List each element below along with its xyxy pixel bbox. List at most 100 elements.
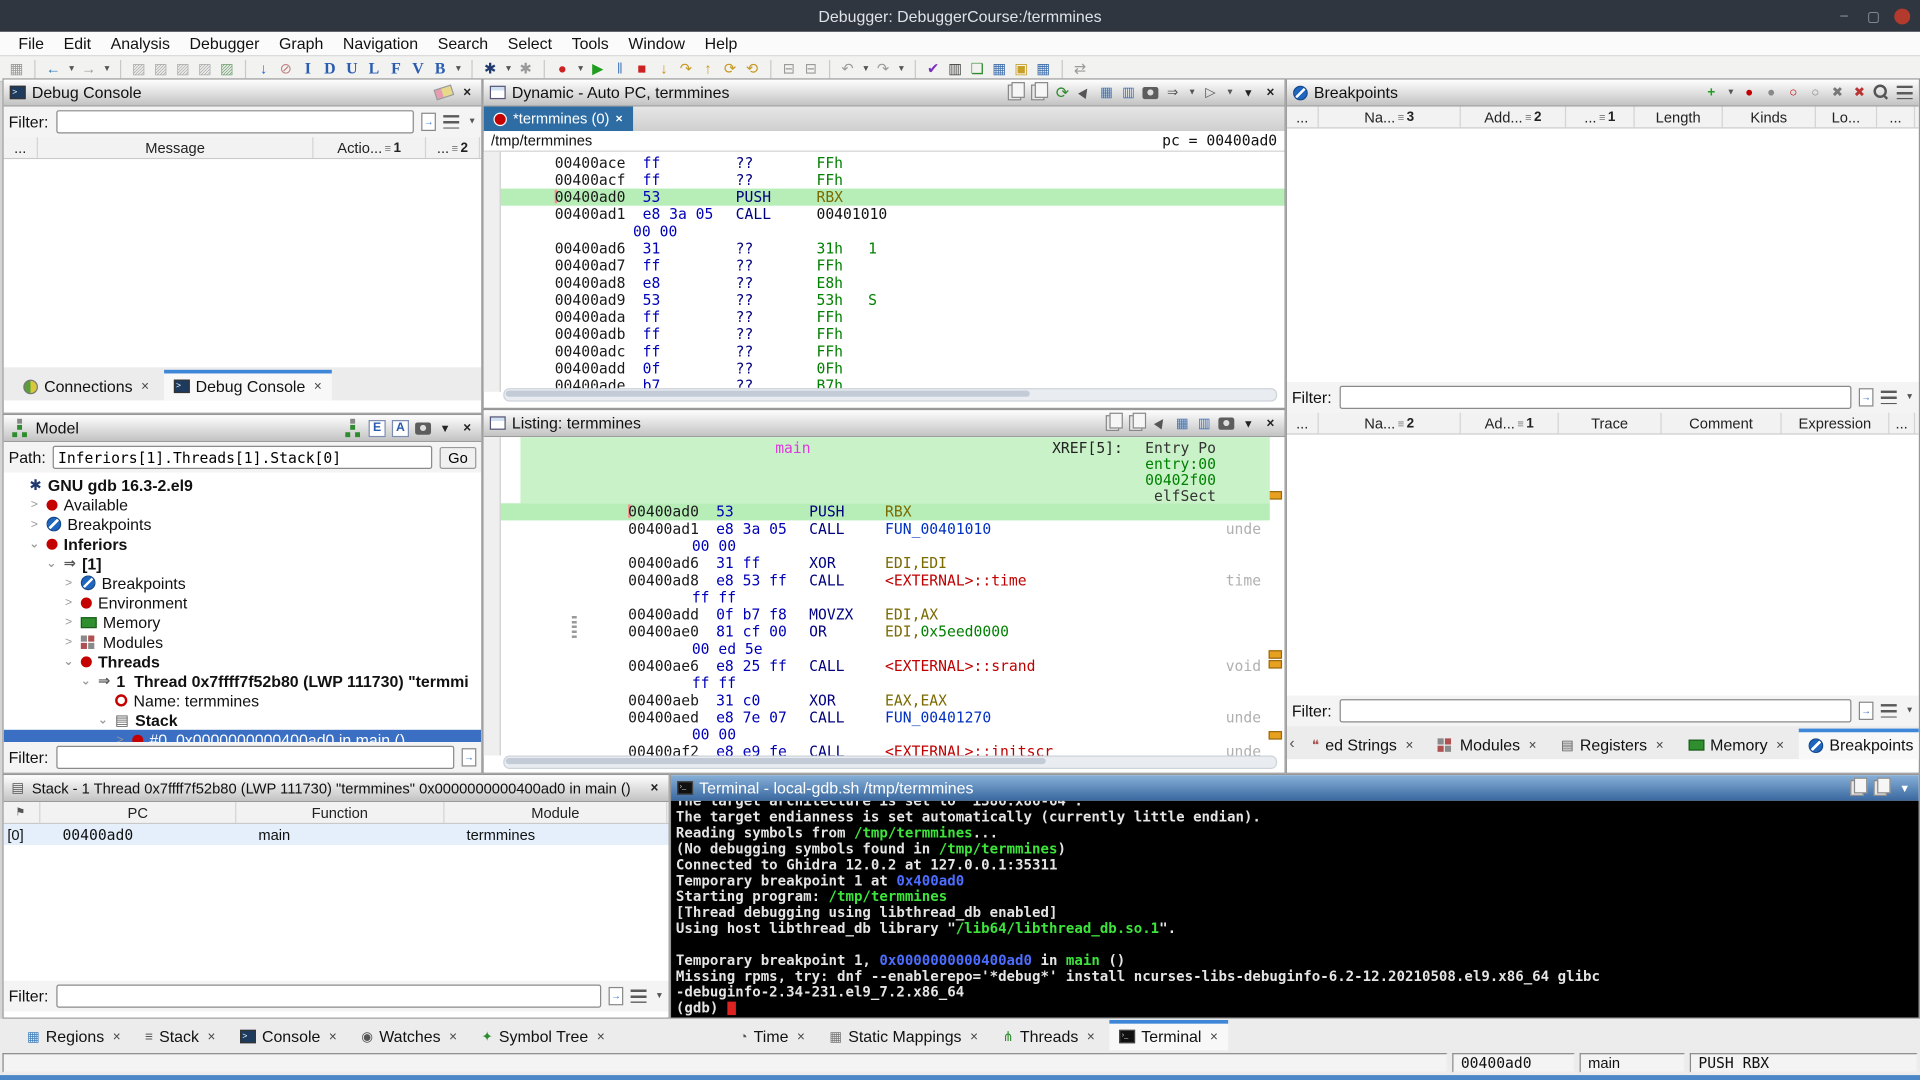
tab-time[interactable]: ◔ Time × xyxy=(730,1020,815,1051)
tree-node[interactable]: ⌄ ⇒ 1 Thread 0x7ffff7f52b80 (LWP 111730) "… xyxy=(4,671,482,691)
close-icon[interactable]: × xyxy=(1262,83,1278,101)
step-last-icon[interactable]: ⟳ xyxy=(721,59,739,79)
locations-col-1[interactable]: Na... ≡ 2 xyxy=(1319,412,1461,434)
close-icon[interactable]: × xyxy=(647,779,663,797)
expander-icon[interactable]: > xyxy=(62,596,74,609)
disconnect-all-icon[interactable]: ⊟ xyxy=(802,59,820,79)
console-col-3[interactable]: ... ≡ 2 xyxy=(426,137,480,158)
disable-breakpoints-icon[interactable]: ● xyxy=(1763,83,1779,101)
cursor-icon[interactable]: ▶ xyxy=(1152,414,1168,432)
dynamic-listing-body[interactable]: 00400ace ff?? FFh 00400acf ff?? FFh 00400ad0 53… xyxy=(483,151,1285,394)
edit-mode-icon[interactable]: E xyxy=(368,419,386,437)
tab-registers[interactable]: ▤ Registers × xyxy=(1551,729,1673,760)
minimize-button[interactable]: – xyxy=(1836,7,1853,24)
disable-all-icon[interactable]: ○ xyxy=(1807,83,1823,101)
tree-node[interactable]: ⌄ ⇒ [1] xyxy=(4,553,482,573)
letter-I-icon[interactable]: I xyxy=(299,59,317,79)
listing-row[interactable]: 00400ae6 e8 25 ff CALL <EXTERNAL>::srand voi… xyxy=(501,658,1270,675)
expander-icon[interactable]: > xyxy=(62,635,74,648)
menu-help[interactable]: Help xyxy=(696,34,746,52)
expander-icon[interactable]: ⌄ xyxy=(80,674,92,687)
menu-edit[interactable]: Edit xyxy=(55,34,100,52)
close-icon[interactable]: × xyxy=(1405,738,1413,753)
forward-icon[interactable]: → xyxy=(80,59,98,79)
listing-row[interactable]: ff ff xyxy=(501,675,1270,692)
clear-with-green-icon[interactable]: ▨ xyxy=(218,59,236,79)
tab-threads[interactable]: ⋔ Threads × xyxy=(993,1020,1105,1051)
listing-row[interactable]: 00400ad6 31 ff XOR EDI,EDI xyxy=(501,555,1270,572)
panel-menu-icon[interactable]: ▼ xyxy=(437,419,453,437)
close-icon[interactable]: × xyxy=(113,1029,121,1044)
locations-col-0[interactable]: ... xyxy=(1287,412,1319,434)
xref-value[interactable]: _elfSect xyxy=(1145,487,1216,503)
title-bar[interactable]: Debugger: DebuggerCourse:/termmines – ▢ xyxy=(0,0,1920,32)
stack-filter-input[interactable] xyxy=(55,984,602,1008)
close-icon[interactable]: × xyxy=(970,1029,978,1044)
expander-icon[interactable]: ⌄ xyxy=(28,537,40,550)
menu-window[interactable]: Window xyxy=(620,34,694,52)
sync-gray-icon[interactable]: ⇄ xyxy=(1071,59,1089,79)
scroll-left-icon[interactable]: ‹ xyxy=(1289,733,1294,751)
chevron-down-icon[interactable]: ▼ xyxy=(1905,707,1913,716)
debug-launch-icon[interactable]: ✱ xyxy=(481,59,499,79)
listing-row[interactable]: 00400ad8 e8?? E8h xyxy=(501,274,1285,291)
menu-analysis[interactable]: Analysis xyxy=(102,34,178,52)
table-chart-icon[interactable]: ▥ xyxy=(1121,83,1137,101)
listing-row[interactable]: 00400ad1 e8 3a 05 CALL 00401010 xyxy=(501,206,1285,223)
show-tree-icon[interactable] xyxy=(350,424,356,430)
letter-U-icon[interactable]: U xyxy=(343,59,361,79)
chevron-down-icon[interactable]: ▼ xyxy=(576,64,584,73)
overview-marker[interactable] xyxy=(1268,491,1283,500)
breakpoints-filter-input[interactable] xyxy=(1338,385,1852,409)
console-col-1[interactable]: Message xyxy=(38,137,314,158)
tree-node[interactable]: ⌄ ▤ Stack xyxy=(4,710,482,730)
debug-console-filter-input[interactable] xyxy=(55,110,414,134)
close-icon[interactable]: × xyxy=(141,379,149,394)
tree-node[interactable]: > Breakpoints xyxy=(4,514,482,534)
close-icon[interactable]: × xyxy=(597,1029,605,1044)
stack-col-0[interactable]: ⚑ xyxy=(4,802,41,823)
overview-marker[interactable] xyxy=(1268,731,1283,740)
copy-icon[interactable] xyxy=(1105,412,1123,432)
letter-V-icon[interactable]: V xyxy=(409,59,427,79)
table2-icon[interactable]: ▦ xyxy=(1034,59,1052,79)
filter-save-icon[interactable]: → xyxy=(1858,388,1874,407)
record-icon[interactable]: ● xyxy=(553,59,571,79)
breakpoints-header[interactable]: Breakpoints + ▼ ● ● ○ ○ ✖ ✖ xyxy=(1286,79,1919,107)
tab-console[interactable]: > Console × xyxy=(230,1020,346,1051)
xref-value[interactable]: 00402f00 xyxy=(1145,471,1216,488)
listing-row[interactable]: 00 00 xyxy=(501,223,1285,240)
breakpoints-col-7[interactable]: ... xyxy=(1877,106,1916,128)
close-icon[interactable]: × xyxy=(1776,738,1784,753)
paste-icon[interactable] xyxy=(1873,777,1891,796)
breakpoints-col-5[interactable]: Kinds xyxy=(1723,106,1816,128)
disabled-slash-icon[interactable]: ⊘ xyxy=(277,59,295,79)
debug-console-table-body[interactable] xyxy=(3,159,482,368)
filter-save-icon[interactable]: → xyxy=(421,112,436,132)
paste-icon[interactable] xyxy=(1031,82,1049,101)
expander-icon[interactable]: ⌄ xyxy=(62,654,74,667)
disconnect-icon[interactable]: ⊟ xyxy=(780,59,798,79)
enable-all-icon[interactable]: ○ xyxy=(1785,83,1801,101)
breakpoints-col-4[interactable]: Length xyxy=(1635,106,1723,128)
cursor-icon[interactable]: ▶ xyxy=(1076,83,1092,101)
close-icon[interactable]: × xyxy=(616,112,623,125)
memory-bytes-icon[interactable]: ▥ xyxy=(946,59,964,79)
locations-col-6[interactable]: ... xyxy=(1889,412,1916,434)
undo-icon[interactable]: ↶ xyxy=(838,59,856,79)
copy-icon[interactable] xyxy=(1850,777,1868,796)
listing-row[interactable]: 00400ad6 31?? 31h 1 xyxy=(501,240,1285,257)
letter-L-icon[interactable]: L xyxy=(365,59,383,79)
panel-menu-icon[interactable]: ▼ xyxy=(1240,414,1256,432)
letter-F-icon[interactable]: F xyxy=(387,59,405,79)
chevron-down-icon[interactable]: ▼ xyxy=(862,64,870,73)
folder-icon[interactable]: ▣ xyxy=(1012,59,1030,79)
listing-row[interactable]: 00400ad1 e8 3a 05 CALL FUN_00401010 unde xyxy=(501,520,1270,537)
close-button[interactable] xyxy=(1894,7,1911,24)
tab-regions[interactable]: ▦ Regions × xyxy=(17,1020,130,1051)
tab-symbol-tree[interactable]: ✦ Symbol Tree × xyxy=(472,1020,615,1051)
debug-attach-icon[interactable]: ✱ xyxy=(516,59,534,79)
stack-frame-row[interactable]: [0] 00400ad0 main termmines xyxy=(3,824,669,845)
model-filter-input[interactable] xyxy=(55,745,455,769)
step-over-icon[interactable]: ↷ xyxy=(677,59,695,79)
